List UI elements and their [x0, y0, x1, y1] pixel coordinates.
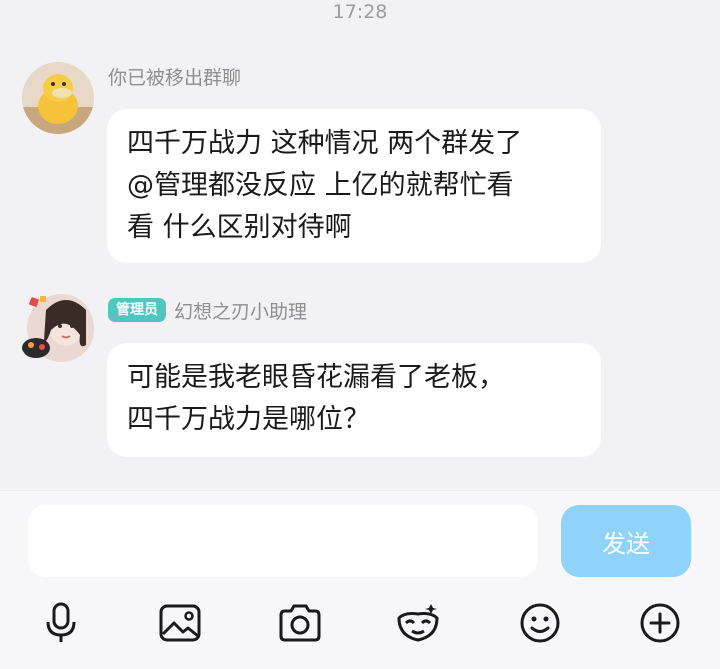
message-bubble[interactable]: 四千万战力 这种情况 两个群发了 @管理都没反应 上亿的就帮忙看 看 什么区别对… [107, 109, 601, 263]
status-time: 17:28 [332, 1, 388, 23]
avatar[interactable] [22, 62, 94, 134]
send-button[interactable]: 发送 [561, 505, 691, 577]
composer-toolbar [0, 599, 720, 647]
composer-bar: 发送 [0, 490, 720, 669]
message-bubble[interactable]: 可能是我老眼昏花漏看了老板， 四千万战力是哪位？ [107, 343, 601, 457]
plus-icon[interactable] [636, 599, 684, 647]
sticker-icon[interactable] [394, 599, 442, 647]
microphone-icon[interactable] [37, 599, 85, 647]
image-icon[interactable] [156, 599, 204, 647]
sender-name: 你已被移出群聊 [108, 66, 242, 89]
sender-row: 你已被移出群聊 [108, 61, 241, 91]
girl-avatar-icon [16, 290, 94, 368]
message-input[interactable] [28, 505, 538, 577]
emoji-icon[interactable] [516, 599, 564, 647]
duck-avatar-icon [22, 62, 94, 134]
camera-icon[interactable] [276, 599, 324, 647]
admin-badge: 管理员 [108, 298, 166, 322]
sender-row: 管理员 幻想之刃小助理 [108, 295, 307, 325]
sender-name: 幻想之刃小助理 [174, 300, 308, 323]
avatar[interactable] [16, 290, 94, 368]
